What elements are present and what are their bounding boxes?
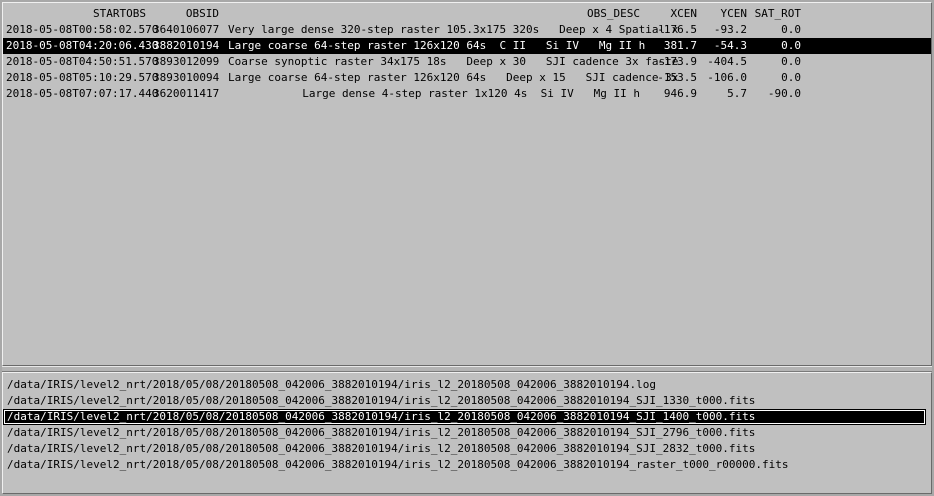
cell-startobs: 2018-05-08T05:10:29.570 — [6, 71, 159, 84]
cell-startobs: 2018-05-08T07:07:17.440 — [6, 87, 159, 100]
file-list-items: /data/IRIS/level2_nrt/2018/05/08/2018050… — [3, 373, 931, 473]
header-obsid: OBSID — [185, 7, 219, 20]
cell-sat-rot: -90.0 — [767, 87, 801, 100]
header-xcen: XCEN — [670, 7, 698, 20]
file-item[interactable]: /data/IRIS/level2_nrt/2018/05/08/2018050… — [3, 377, 926, 393]
header-sat-rot: SAT_ROT — [754, 7, 801, 20]
cell-obsid: 3893010094 — [153, 71, 220, 84]
cell-xcen: -153.5 — [657, 71, 697, 84]
header-obs-desc: OBS_DESC — [587, 7, 640, 20]
cell-obs-desc: Large dense 4-step raster 1x120 4s Si IV… — [302, 87, 640, 100]
cell-ycen: -93.2 — [713, 23, 747, 36]
cell-xcen: -173.9 — [657, 55, 697, 68]
file-list[interactable]: /data/IRIS/level2_nrt/2018/05/08/2018050… — [2, 372, 932, 494]
table-row-selected[interactable]: 2018-05-08T04:20:06.430 3882010194 Large… — [3, 38, 931, 54]
cell-ycen: -54.3 — [713, 39, 747, 52]
observation-list[interactable]: STARTOBS OBSID OBS_DESC XCEN YCEN SAT_RO… — [2, 2, 932, 366]
cell-obsid: 3882010194 — [153, 39, 220, 52]
cell-obs-desc: Very large dense 320-step raster 105.3x1… — [228, 23, 679, 36]
file-item[interactable]: /data/IRIS/level2_nrt/2018/05/08/2018050… — [3, 441, 926, 457]
cell-ycen: 5.7 — [727, 87, 747, 100]
header-ycen: YCEN — [720, 7, 748, 20]
file-item[interactable]: /data/IRIS/level2_nrt/2018/05/08/2018050… — [3, 425, 926, 441]
table-row[interactable]: 2018-05-08T05:10:29.570 3893010094 Large… — [3, 70, 931, 86]
table-row[interactable]: 2018-05-08T07:07:17.440 3620011417 Large… — [3, 86, 931, 102]
file-item-selected[interactable]: /data/IRIS/level2_nrt/2018/05/08/2018050… — [3, 409, 926, 425]
cell-sat-rot: 0.0 — [781, 71, 801, 84]
iris-observation-browser: STARTOBS OBSID OBS_DESC XCEN YCEN SAT_RO… — [0, 0, 934, 496]
header-startobs: STARTOBS — [93, 7, 146, 20]
cell-sat-rot: 0.0 — [781, 39, 801, 52]
table-row[interactable]: 2018-05-08T00:58:02.570 3640106077 Very … — [3, 22, 931, 38]
cell-obs-desc: Large coarse 64-step raster 126x120 64s … — [228, 71, 679, 84]
cell-sat-rot: 0.0 — [781, 23, 801, 36]
cell-xcen: 381.7 — [663, 39, 697, 52]
cell-startobs: 2018-05-08T04:50:51.570 — [6, 55, 159, 68]
table-row[interactable]: 2018-05-08T04:50:51.570 3893012099 Coars… — [3, 54, 931, 70]
cell-obs-desc: Large coarse 64-step raster 126x120 64s … — [228, 39, 646, 52]
file-item[interactable]: /data/IRIS/level2_nrt/2018/05/08/2018050… — [3, 457, 926, 473]
file-item[interactable]: /data/IRIS/level2_nrt/2018/05/08/2018050… — [3, 393, 926, 409]
cell-ycen: -404.5 — [707, 55, 747, 68]
cell-startobs: 2018-05-08T04:20:06.430 — [6, 39, 159, 52]
cell-ycen: -106.0 — [707, 71, 747, 84]
cell-xcen: 946.9 — [663, 87, 697, 100]
cell-obsid: 3620011417 — [153, 87, 220, 100]
cell-xcen: -176.5 — [657, 23, 697, 36]
cell-obsid: 3640106077 — [153, 23, 220, 36]
cell-startobs: 2018-05-08T00:58:02.570 — [6, 23, 159, 36]
table-header: STARTOBS OBSID OBS_DESC XCEN YCEN SAT_RO… — [3, 6, 931, 22]
cell-obs-desc: Coarse synoptic raster 34x175 18s Deep x… — [228, 55, 679, 68]
cell-obsid: 3893012099 — [153, 55, 220, 68]
cell-sat-rot: 0.0 — [781, 55, 801, 68]
